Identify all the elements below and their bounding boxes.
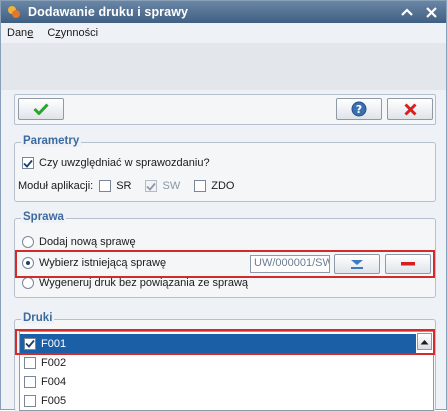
- help-icon: ?: [351, 101, 367, 117]
- module-zdo-label: ZDO: [211, 180, 235, 192]
- window-title: Dodawanie druku i sprawy: [28, 5, 189, 19]
- include-in-report-row[interactable]: Czy uwzględniać w sprawozdaniu?: [22, 157, 210, 169]
- druk-f004-checkbox[interactable]: [24, 375, 36, 388]
- module-sw-checkbox: [145, 180, 158, 192]
- list-item[interactable]: F005: [20, 391, 66, 410]
- case-number-field[interactable]: UW/000001/SW: [250, 255, 330, 273]
- druk-f004-label: F004: [41, 375, 67, 388]
- druk-f005-label: F005: [41, 394, 67, 407]
- check-icon: [23, 159, 33, 168]
- parametry-group: Parametry Czy uwzględniać w sprawozdaniu…: [14, 135, 436, 202]
- expand-down-icon: [351, 260, 363, 269]
- help-button[interactable]: ?: [336, 98, 382, 120]
- radio-new-case-row[interactable]: Dodaj nową sprawę: [22, 236, 136, 248]
- druk-f002-label: F002: [41, 356, 67, 369]
- module-sr-label: SR: [116, 180, 132, 192]
- menu-item-czynnosci[interactable]: Czynności: [47, 27, 98, 39]
- svg-text:?: ?: [356, 103, 362, 116]
- druk-selection-highlight: [15, 329, 435, 355]
- remove-case-button[interactable]: [385, 254, 431, 274]
- menu-item-dane[interactable]: Dane: [7, 27, 33, 39]
- module-label: Moduł aplikacji:: [18, 180, 94, 192]
- radio-new-case[interactable]: [22, 236, 34, 248]
- druki-title: Druki: [21, 312, 55, 324]
- action-bar: ?: [14, 94, 436, 125]
- sprawa-title: Sprawa: [21, 211, 66, 223]
- module-zdo-checkbox[interactable]: [194, 180, 207, 192]
- parametry-title: Parametry: [21, 135, 82, 147]
- menu-bar: Dane Czynności: [1, 23, 446, 43]
- druk-f002-checkbox[interactable]: [24, 356, 36, 369]
- cancel-button[interactable]: [387, 98, 433, 120]
- include-in-report-checkbox[interactable]: [22, 157, 34, 169]
- checkmark-icon: [33, 103, 49, 115]
- toolbar-area: [1, 43, 446, 90]
- close-icon[interactable]: [422, 4, 440, 20]
- choose-case-button[interactable]: [334, 254, 380, 274]
- radio-no-case[interactable]: [22, 277, 34, 289]
- x-icon: [403, 102, 417, 116]
- confirm-button[interactable]: [18, 98, 64, 120]
- chevron-up-icon[interactable]: [398, 4, 416, 20]
- title-bar: Dodawanie druku i sprawy: [1, 1, 446, 23]
- minus-icon: [401, 262, 415, 266]
- radio-no-case-row[interactable]: Wygeneruj druk bez powiązania ze sprawą: [22, 277, 248, 289]
- include-in-report-label: Czy uwzględniać w sprawozdaniu?: [39, 157, 210, 169]
- module-row: Moduł aplikacji: SR SW ZDO: [18, 180, 234, 192]
- module-sw-label: SW: [162, 180, 181, 192]
- radio-new-case-label: Dodaj nową sprawę: [39, 236, 136, 248]
- app-icon: [6, 4, 22, 20]
- druk-f005-checkbox[interactable]: [24, 394, 36, 407]
- check-icon: [146, 182, 157, 191]
- dialog-window: Dodawanie druku i sprawy Dane Czynności: [0, 0, 447, 411]
- radio-no-case-label: Wygeneruj druk bez powiązania ze sprawą: [39, 277, 249, 289]
- module-sr-checkbox[interactable]: [99, 180, 112, 192]
- list-item[interactable]: F004: [20, 372, 66, 391]
- list-item[interactable]: F002: [20, 353, 66, 372]
